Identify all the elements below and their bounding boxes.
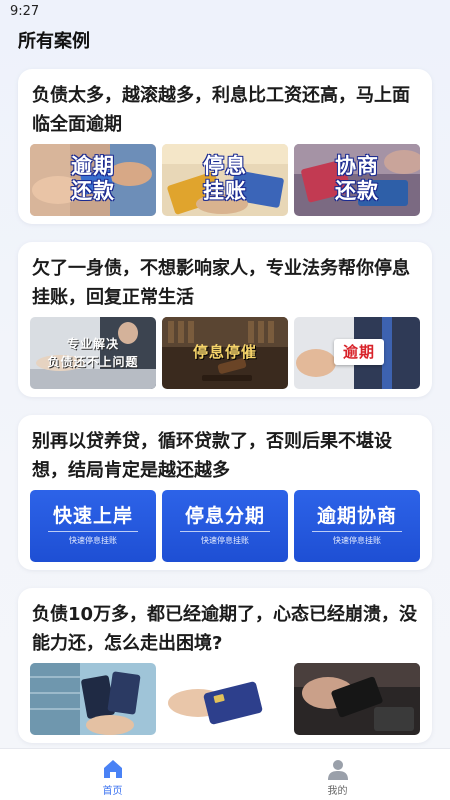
stop-interest-installment-button[interactable]: 停息分期 快速停息挂账	[162, 490, 288, 562]
caption-line-1: 停息	[203, 154, 247, 178]
tab-label: 我的	[327, 786, 348, 797]
caption-line-1: 协商	[335, 154, 379, 178]
home-icon	[101, 757, 125, 781]
case-images: 逾期 还款 停息 挂账 协商 还款	[30, 144, 420, 216]
case-title: 负债10万多，都已经逾期了，心态已经崩溃，没能力还，怎么走出困境?	[32, 604, 418, 654]
credit-card-photo[interactable]: 停息 挂账	[162, 144, 288, 216]
fast-ashore-button[interactable]: 快速上岸 快速停息挂账	[30, 490, 156, 562]
photo-caption: 停息停催	[192, 343, 257, 361]
case-title: 欠了一身债，不想影响家人，专业法务帮你停息挂账，回复正常生活	[32, 258, 410, 308]
case-feed: 负债太多，越滚越多，利息比工资还高，马上面临全面逾期 逾期 还款 停息 挂账 协…	[18, 69, 432, 761]
building-cards-photo-art	[30, 663, 156, 735]
tab-label: 首页	[102, 786, 123, 797]
page-title: 所有案例	[18, 31, 90, 52]
caption-line-2: 还款	[71, 179, 115, 203]
case-title: 别再以贷养贷，循环贷款了，否则后果不堪设想，结局肯定是越还越多	[32, 431, 392, 481]
tab-mine[interactable]: 我的	[225, 749, 450, 800]
photo-caption: 逾期	[342, 343, 375, 361]
card-wallet-photo[interactable]: 协商 还款	[294, 144, 420, 216]
caption-line-1: 逾期	[71, 154, 115, 178]
caption-line-2: 负债还不上问题	[47, 355, 139, 369]
case-card[interactable]: 欠了一身债，不想影响家人，专业法务帮你停息挂账，回复正常生活 专业解决 负债还不…	[18, 242, 432, 397]
button-label: 逾期协商	[316, 505, 397, 527]
card-reader-photo-art	[294, 663, 420, 735]
user-icon	[326, 757, 350, 781]
bottom-tab-bar: 首页 我的	[0, 748, 450, 800]
hand-credit-card-photo[interactable]	[162, 663, 288, 735]
button-sub-label: 快速停息挂账	[69, 536, 117, 545]
button-label: 停息分期	[184, 505, 265, 527]
businessman-hand-photo[interactable]: 逾期	[294, 317, 420, 389]
caption-line-2: 挂账	[203, 179, 247, 203]
case-title: 负债太多，越滚越多，利息比工资还高，马上面临全面逾期	[32, 85, 410, 135]
case-images	[30, 663, 420, 735]
service-buttons: 快速上岸 快速停息挂账 停息分期 快速停息挂账 逾期协商 快速停息挂账	[30, 490, 420, 562]
courtroom-gavel-photo[interactable]: 停息停催	[162, 317, 288, 389]
caption-line-2: 还款	[335, 179, 379, 203]
case-card[interactable]: 别再以贷养贷，循环贷款了，否则后果不堪设想，结局肯定是越还越多 快速上岸 快速停…	[18, 415, 432, 570]
divider	[48, 531, 138, 532]
hands-card-photo[interactable]: 逾期 还款	[30, 144, 156, 216]
status-time: 9:27	[10, 4, 40, 19]
office-meeting-photo[interactable]: 专业解决 负债还不上问题	[30, 317, 156, 389]
case-card[interactable]: 负债10万多，都已经逾期了，心态已经崩溃，没能力还，怎么走出困境?	[18, 588, 432, 743]
card-reader-photo[interactable]	[294, 663, 420, 735]
case-images: 专业解决 负债还不上问题 停息停催 逾期	[30, 317, 420, 389]
case-card[interactable]: 负债太多，越滚越多，利息比工资还高，马上面临全面逾期 逾期 还款 停息 挂账 协…	[18, 69, 432, 224]
status-bar: 9:27	[0, 0, 450, 22]
button-sub-label: 快速停息挂账	[333, 536, 381, 545]
building-cards-photo[interactable]	[30, 663, 156, 735]
tab-home[interactable]: 首页	[0, 749, 225, 800]
button-sub-label: 快速停息挂账	[201, 536, 249, 545]
caption-line-1: 专业解决	[66, 337, 119, 351]
hand-credit-card-photo-art	[162, 663, 288, 735]
overdue-negotiation-button[interactable]: 逾期协商 快速停息挂账	[294, 490, 420, 562]
button-label: 快速上岸	[52, 505, 133, 527]
divider	[312, 531, 402, 532]
divider	[180, 531, 270, 532]
